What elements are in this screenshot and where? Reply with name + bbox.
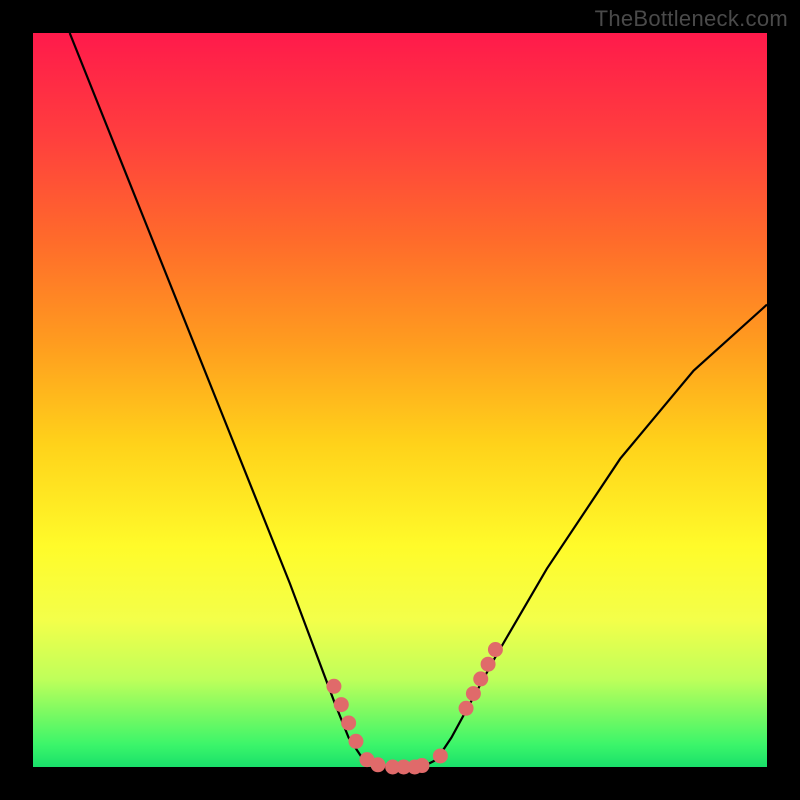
curve-marker xyxy=(433,748,448,763)
curve-marker xyxy=(326,679,341,694)
curve-marker xyxy=(415,758,430,773)
curve-line xyxy=(70,33,767,767)
curve-marker xyxy=(488,642,503,657)
curve-marker xyxy=(348,734,363,749)
watermark-text: TheBottleneck.com xyxy=(595,6,788,32)
curve-marker xyxy=(459,701,474,716)
curve-marker xyxy=(334,697,349,712)
curve-marker xyxy=(473,671,488,686)
curve-marker xyxy=(341,715,356,730)
curve-marker xyxy=(370,757,385,772)
marker-group xyxy=(326,642,502,774)
curve-marker xyxy=(481,657,496,672)
curve-marker xyxy=(466,686,481,701)
chart-svg xyxy=(33,33,767,767)
